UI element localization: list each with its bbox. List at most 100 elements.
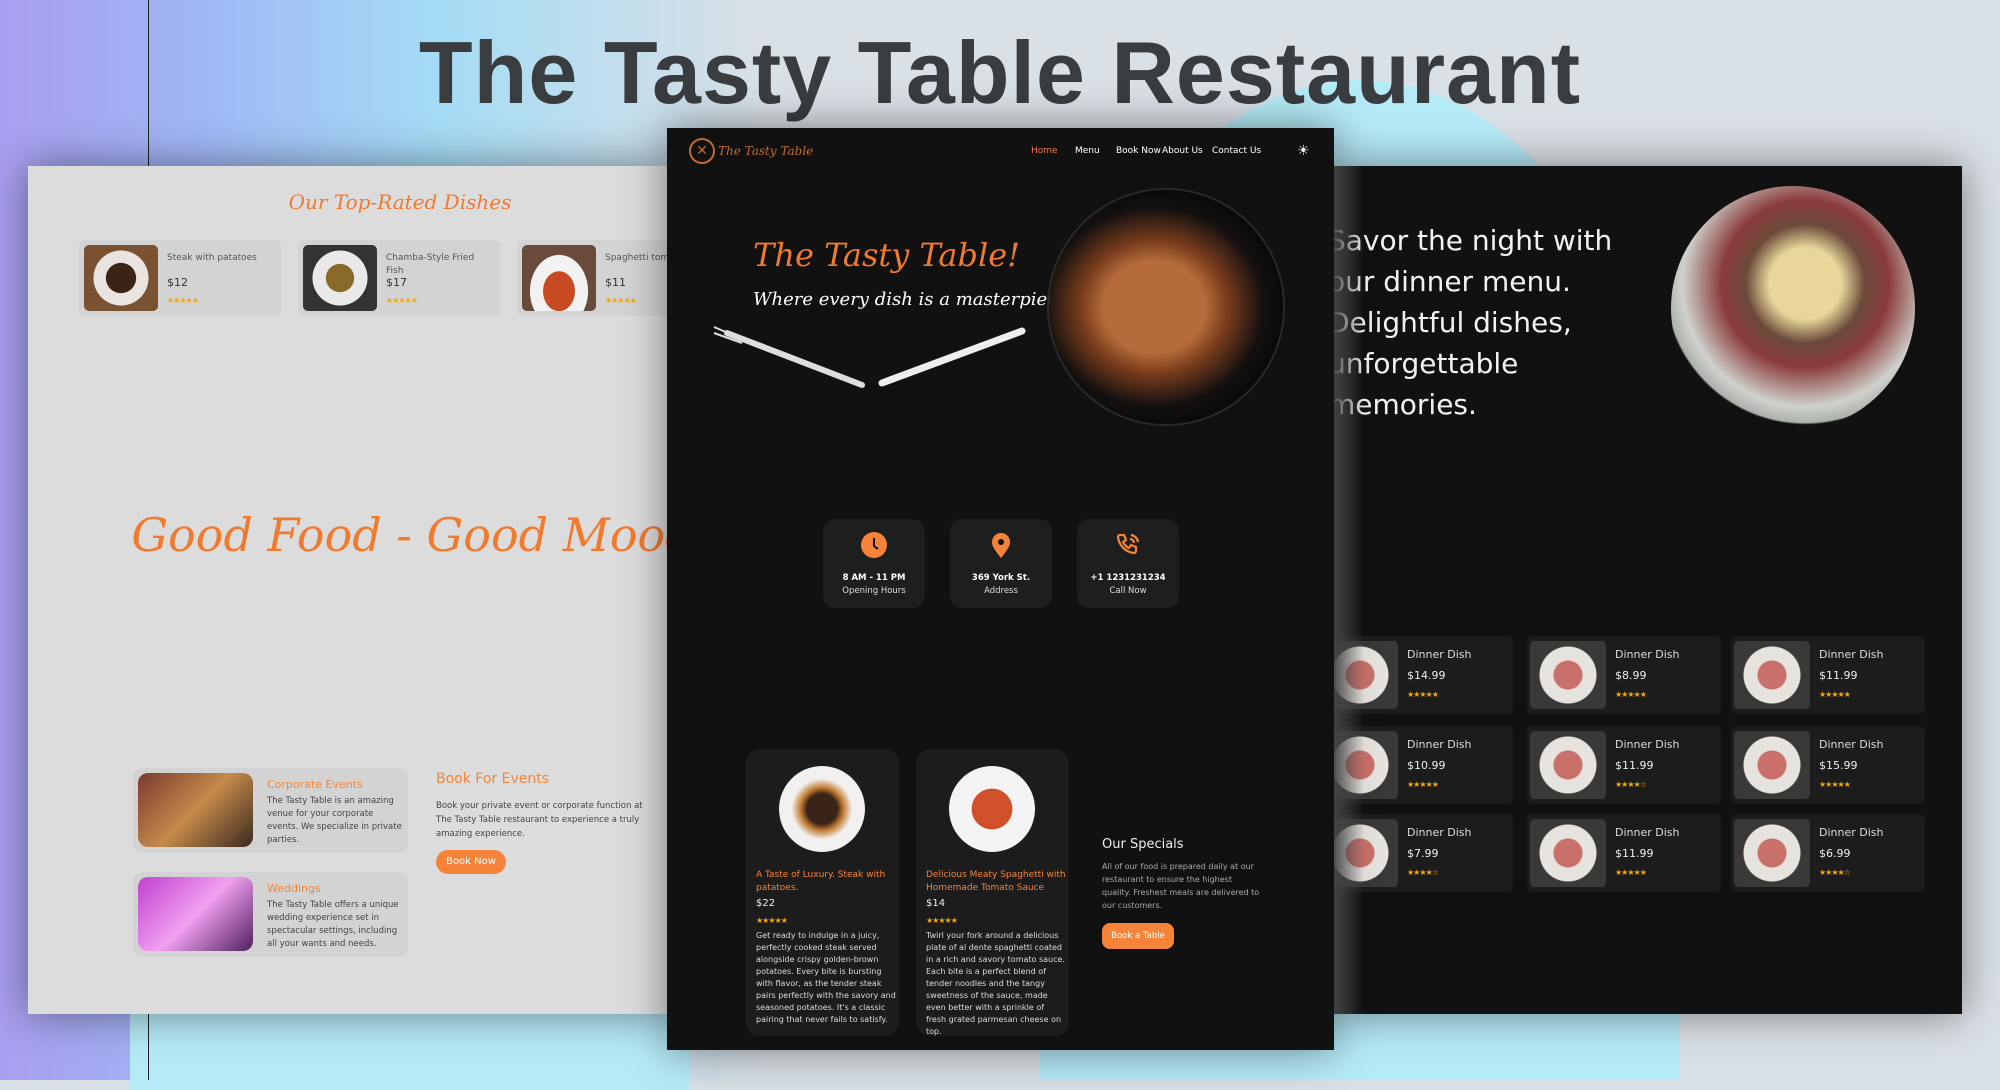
- dish-price: $10.99: [1407, 759, 1446, 772]
- dish-image: [522, 245, 596, 311]
- menu-dish-card[interactable]: Dinner Dish $11.99 ★★★★★: [1731, 636, 1925, 714]
- event-image: [138, 877, 253, 951]
- dish-name: Dinner Dish: [1407, 826, 1472, 839]
- dish-price: $7.99: [1407, 847, 1439, 860]
- info-value: 8 AM - 11 PM: [842, 573, 906, 583]
- phone-icon: [1114, 531, 1142, 559]
- slogan: Good Food - Good Mood: [131, 508, 667, 562]
- dish-image: [303, 245, 377, 311]
- dish-price: $11.99: [1615, 847, 1654, 860]
- hero-dish-image: [1049, 190, 1283, 424]
- event-title: Corporate Events: [267, 778, 363, 791]
- dark-theme-home-preview: ✕ The Tasty Table Home Menu Book Now About …: [667, 128, 1334, 1050]
- event-image: [138, 773, 253, 847]
- info-card: 369 York St. Address: [950, 519, 1052, 608]
- dish-name: Dinner Dish: [1615, 826, 1680, 839]
- dish-name: Dinner Dish: [1407, 738, 1472, 751]
- dish-card[interactable]: Chamba-Style Fried Fish $17 ★★★★★: [298, 240, 500, 316]
- event-text: The Tasty Table is an amazing venue for …: [267, 796, 402, 845]
- page-title: The Tasty Table Restaurant: [418, 23, 1582, 122]
- rating-stars: ★★★★★: [1615, 690, 1647, 699]
- nav-contact-us[interactable]: Contact Us: [1212, 146, 1261, 156]
- dish-price: $15.99: [1819, 759, 1858, 772]
- special-dish-image: [779, 766, 865, 852]
- dish-price: $8.99: [1615, 669, 1647, 682]
- logo[interactable]: ✕ The Tasty Table: [689, 138, 813, 164]
- special-dish-image: [949, 766, 1035, 852]
- book-events-text: Book your private event or corporate fun…: [436, 801, 643, 839]
- dish-price: $6.99: [1819, 847, 1851, 860]
- dish-card[interactable]: Spaghetti tomato $11 ★★★★★: [517, 240, 667, 316]
- dish-name: Dinner Dish: [1407, 648, 1472, 661]
- event-card[interactable]: Weddings The Tasty Table offers a unique …: [133, 872, 408, 957]
- dish-name: Dinner Dish: [1819, 826, 1884, 839]
- nav-home[interactable]: Home: [1031, 146, 1058, 156]
- dish-name: Dinner Dish: [1615, 648, 1680, 661]
- menu-dish-card[interactable]: Dinner Dish $6.99 ★★★★☆: [1731, 814, 1925, 892]
- menu-intro: Savor the night with our dinner menu. De…: [1334, 224, 1613, 421]
- book-now-button[interactable]: Book Now: [436, 850, 506, 874]
- dish-price: $11.99: [1615, 759, 1654, 772]
- light-theme-preview: Our Top-Rated Dishes Steak with patatoes…: [28, 166, 667, 1014]
- dish-name: Chamba-Style Fried Fish: [386, 253, 475, 276]
- dish-image: [84, 245, 158, 311]
- rating-stars: ★★★★★: [1819, 690, 1851, 699]
- dish-image: [1734, 731, 1810, 799]
- special-title: Delicious Meaty Spaghetti with Homemade …: [926, 870, 1066, 893]
- event-card[interactable]: Corporate Events The Tasty Table is an am…: [133, 768, 408, 853]
- dish-name: Dinner Dish: [1819, 648, 1884, 661]
- info-value: +1 1231231234: [1090, 573, 1166, 583]
- rating-stars: ★★★★★: [605, 296, 637, 305]
- special-price: $22: [756, 898, 776, 909]
- menu-dish-card[interactable]: Dinner Dish $11.99 ★★★★★: [1527, 814, 1721, 892]
- fork-knife-logo-icon: ✕: [689, 138, 715, 164]
- book-events-title: Book For Events: [436, 771, 550, 787]
- nav-menu[interactable]: Menu: [1075, 146, 1100, 156]
- info-card: 8 AM - 11 PM Opening Hours: [823, 519, 925, 608]
- section-title: Our Top-Rated Dishes: [288, 190, 512, 214]
- special-text: Get ready to indulge in a juicy, perfect…: [756, 931, 896, 1024]
- dish-name: Dinner Dish: [1615, 738, 1680, 751]
- rating-stars: ★★★★★: [1819, 780, 1851, 789]
- dish-image: [1734, 819, 1810, 887]
- dish-name: Steak with patatoes: [167, 253, 257, 263]
- rating-stars: ★★★★★: [1407, 780, 1439, 789]
- rating-stars: ★★★★☆: [1615, 780, 1647, 789]
- rating-stars: ★★★★☆: [1407, 868, 1439, 877]
- dish-name: Dinner Dish: [1819, 738, 1884, 751]
- rating-stars: ★★★★★: [926, 916, 958, 925]
- dark-theme-menu-preview: Savor the night with our dinner menu. De…: [1334, 166, 1962, 1014]
- menu-dish-card[interactable]: Dinner Dish $8.99 ★★★★★: [1527, 636, 1721, 714]
- rating-stars: ★★★★☆: [1819, 868, 1851, 877]
- special-card: Delicious Meaty Spaghetti with Homemade …: [916, 749, 1069, 1036]
- dish-price: $11: [605, 276, 626, 289]
- nav-book-now[interactable]: Book Now: [1116, 146, 1161, 156]
- special-price: $14: [926, 898, 946, 909]
- rating-stars: ★★★★★: [1407, 690, 1439, 699]
- dish-price: $17: [386, 276, 407, 289]
- specials-text: All of our food is prepared daily at our…: [1102, 862, 1260, 910]
- rating-stars: ★★★★★: [756, 916, 788, 925]
- dinner-dish-image: [1671, 186, 1915, 430]
- nav-about-us[interactable]: About Us: [1162, 146, 1203, 156]
- rating-stars: ★★★★★: [386, 296, 418, 305]
- clock-icon: [860, 531, 888, 559]
- dish-image: [1530, 641, 1606, 709]
- event-title: Weddings: [267, 882, 321, 895]
- panel-shadow: [1334, 166, 1364, 1014]
- dish-price: $12: [167, 276, 188, 289]
- dish-price: $11.99: [1819, 669, 1858, 682]
- fork-knife-icon: [713, 326, 1026, 388]
- dish-image: [1530, 731, 1606, 799]
- location-pin-icon: [987, 531, 1015, 559]
- info-label: Address: [984, 586, 1018, 596]
- special-card: A Taste of Luxury. Steak with patatoes. $…: [746, 749, 899, 1036]
- book-table-button[interactable]: Book a Table: [1102, 923, 1174, 949]
- menu-dish-card[interactable]: Dinner Dish $11.99 ★★★★☆: [1527, 726, 1721, 804]
- sun-icon[interactable]: ☀: [1297, 143, 1310, 159]
- menu-dish-card[interactable]: Dinner Dish $15.99 ★★★★★: [1731, 726, 1925, 804]
- dish-card[interactable]: Steak with patatoes $12 ★★★★★: [79, 240, 281, 316]
- info-value: 369 York St.: [971, 573, 1031, 583]
- specials-title: Our Specials: [1102, 837, 1184, 852]
- hero-title: The Tasty Table!: [753, 236, 1020, 274]
